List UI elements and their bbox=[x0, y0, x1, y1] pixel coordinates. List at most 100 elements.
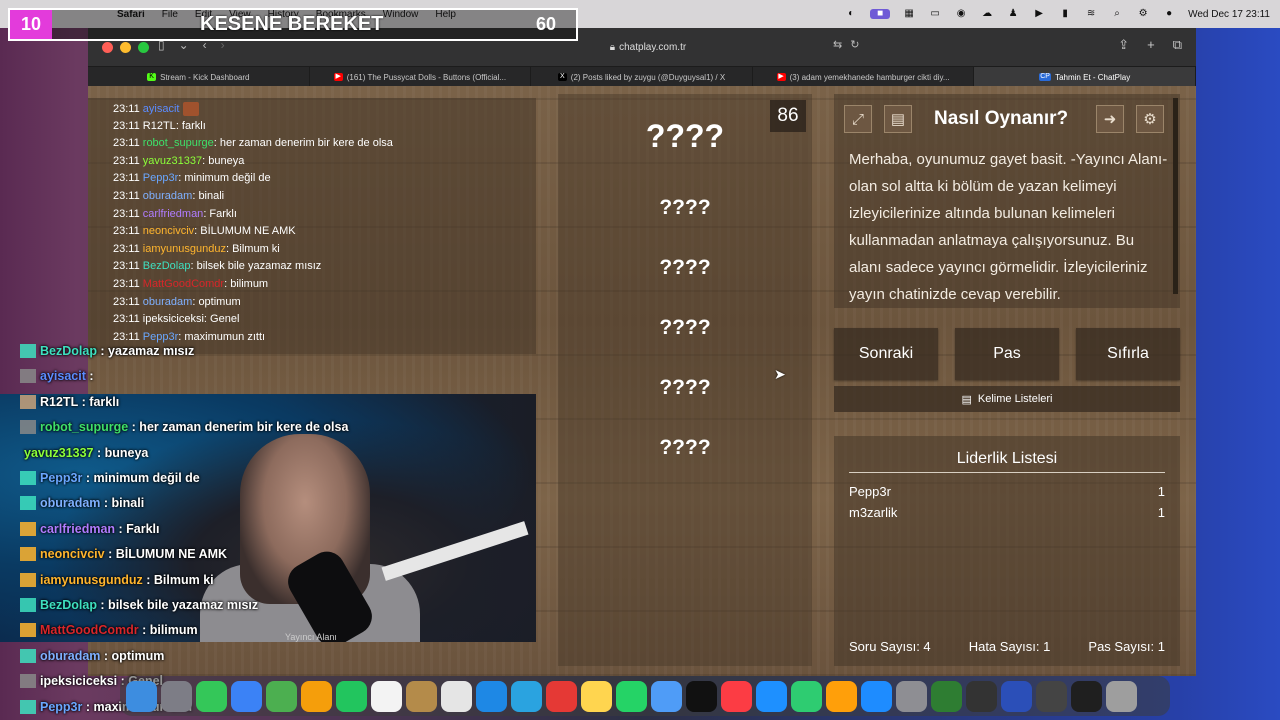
tab-youtube-hamburger[interactable]: ▶ (3) adam yemekhanede hamburger cikti d… bbox=[753, 67, 975, 87]
obs-icon[interactable] bbox=[966, 680, 997, 712]
minimize-window-button[interactable] bbox=[120, 42, 131, 53]
terminal-icon[interactable] bbox=[1071, 680, 1102, 712]
control-center-icon[interactable]: ⚙ bbox=[1136, 9, 1150, 19]
gear-icon[interactable]: ⚙ bbox=[1136, 105, 1164, 133]
tab-kick-dashboard[interactable]: K Stream - Kick Dashboard bbox=[88, 67, 310, 87]
whatsapp-icon[interactable] bbox=[616, 680, 647, 712]
fullscreen-icon[interactable]: ⤢ bbox=[844, 105, 872, 133]
scrollbar[interactable] bbox=[1173, 98, 1178, 294]
chat-message: 23:11 oburadam: binali bbox=[113, 190, 224, 202]
screen-record-icon[interactable]: ■ bbox=[870, 9, 891, 19]
overlay-chat-username: neoncivciv bbox=[40, 547, 105, 562]
launchpad-icon[interactable] bbox=[161, 680, 192, 712]
reload-icon[interactable]: ↻ bbox=[850, 38, 859, 51]
user-badge-icon bbox=[20, 598, 36, 612]
tab-overview-icon[interactable]: ⧉ bbox=[1173, 37, 1182, 53]
chat-username[interactable]: ayisacit bbox=[143, 103, 180, 115]
notes-folder-icon[interactable] bbox=[406, 680, 437, 712]
settings-icon[interactable] bbox=[896, 680, 927, 712]
figure-icon[interactable]: ♟ bbox=[1006, 9, 1020, 19]
messages-icon[interactable] bbox=[196, 680, 227, 712]
grid-icon[interactable]: ▦ bbox=[902, 9, 916, 19]
photos-icon[interactable] bbox=[301, 680, 332, 712]
appletv-icon[interactable] bbox=[686, 680, 717, 712]
chat-username[interactable]: Pepp3r bbox=[143, 172, 178, 184]
overlay-chat-text: : her zaman denerim bir kere de olsa bbox=[128, 420, 349, 435]
search-icon[interactable]: ⌕ bbox=[1110, 9, 1124, 19]
overlay-chat-username: oburadam bbox=[40, 496, 101, 511]
chat-username[interactable]: ipeksiciceksi bbox=[143, 313, 204, 325]
keyboard-icon[interactable]: ▭ bbox=[928, 9, 942, 19]
chat-username[interactable]: robot_supurge bbox=[143, 137, 214, 149]
safari-icon[interactable] bbox=[476, 680, 507, 712]
finder-icon[interactable] bbox=[126, 680, 157, 712]
pass-button[interactable]: Pas bbox=[955, 328, 1059, 380]
reminders-icon[interactable] bbox=[441, 680, 472, 712]
player-name: Pepp3r bbox=[849, 484, 891, 499]
status-icon[interactable]: ◐ bbox=[844, 9, 858, 19]
vpn-icon[interactable] bbox=[931, 680, 962, 712]
overlay-chat-text: : Farklı bbox=[115, 521, 160, 536]
wifi-icon[interactable]: ≋ bbox=[1084, 9, 1098, 19]
chat-message: 23:11 R12TL: farklı bbox=[113, 120, 206, 132]
chrome-status-icon[interactable]: ◉ bbox=[954, 9, 968, 19]
pages-icon[interactable] bbox=[826, 680, 857, 712]
chat-message: 23:11 oburadam: optimum bbox=[113, 296, 241, 308]
play-icon[interactable]: ▶ bbox=[1032, 9, 1046, 19]
close-window-button[interactable] bbox=[102, 42, 113, 53]
overlay-title: KESENE BEREKET bbox=[200, 13, 384, 35]
facetime-icon[interactable] bbox=[336, 680, 367, 712]
chat-message: 23:11 BezDolap: bilsek bile yazamaz mısı… bbox=[113, 260, 321, 272]
leaderboard-title: Liderlik Listesi bbox=[956, 450, 1058, 467]
menu-clock[interactable]: Wed Dec 17 23:11 bbox=[1188, 9, 1270, 20]
chat-username[interactable]: BezDolap bbox=[143, 260, 191, 272]
calendar-icon[interactable] bbox=[371, 680, 402, 712]
battery-icon[interactable]: ▮ bbox=[1058, 9, 1072, 19]
telegram-icon[interactable] bbox=[511, 680, 542, 712]
chat-username[interactable]: R12TL bbox=[143, 120, 176, 132]
wd-icon[interactable] bbox=[1001, 680, 1032, 712]
chat-message: 23:11 MattGoodComdr: bilimum bbox=[113, 278, 268, 290]
chat-username[interactable]: neoncivciv bbox=[143, 225, 194, 237]
cloud-icon[interactable]: ☁ bbox=[980, 9, 994, 19]
freeform-icon[interactable] bbox=[651, 680, 682, 712]
siri-icon[interactable]: ● bbox=[1162, 9, 1176, 19]
chat-username[interactable]: MattGoodComdr bbox=[143, 278, 224, 290]
next-button[interactable]: Sonraki bbox=[834, 328, 938, 380]
quicktime-icon[interactable] bbox=[1036, 680, 1067, 712]
share-icon[interactable]: ⇪ bbox=[1118, 37, 1129, 53]
numbers-icon[interactable] bbox=[791, 680, 822, 712]
logout-icon[interactable]: ➜ bbox=[1096, 105, 1124, 133]
appstore-icon[interactable] bbox=[861, 680, 892, 712]
keynote-icon[interactable] bbox=[756, 680, 787, 712]
new-tab-icon[interactable]: + bbox=[1147, 37, 1155, 53]
mail-icon[interactable] bbox=[231, 680, 262, 712]
word-lists-label: Kelime Listeleri bbox=[977, 393, 1053, 405]
tab-x-posts[interactable]: X (2) Posts liked by zuygu (@Duyguysal1)… bbox=[531, 67, 753, 87]
translate-icon[interactable]: ⇆ bbox=[833, 38, 842, 51]
reset-button[interactable]: Sıfırla bbox=[1076, 328, 1180, 380]
trash-icon[interactable] bbox=[1106, 680, 1137, 712]
maps-icon[interactable] bbox=[266, 680, 297, 712]
overlay-chat-text: : optimum bbox=[100, 648, 165, 663]
chat-username[interactable]: yavuz31337 bbox=[143, 155, 202, 167]
chrome-icon[interactable] bbox=[546, 680, 577, 712]
chat-username[interactable]: oburadam bbox=[143, 296, 193, 308]
maximize-window-button[interactable] bbox=[138, 42, 149, 53]
window-controls bbox=[102, 42, 149, 53]
tab-chatplay[interactable]: CP Tahmin Et - ChatPlay bbox=[974, 67, 1196, 87]
word-lists-button[interactable]: ▤ Kelime Listeleri bbox=[834, 386, 1180, 412]
user-badge-icon bbox=[20, 674, 36, 689]
overlay-left-number: 10 bbox=[10, 10, 52, 39]
main-word: ???? bbox=[645, 118, 725, 154]
document-icon[interactable]: ▤ bbox=[884, 105, 912, 133]
notes-icon[interactable] bbox=[581, 680, 612, 712]
tab-youtube-buttons[interactable]: ▶ (161) The Pussycat Dolls - Buttons (Of… bbox=[310, 67, 532, 87]
chat-text: : buneya bbox=[202, 154, 245, 167]
tab-label: (2) Posts liked by zuygu (@Duyguysal1) /… bbox=[570, 72, 726, 82]
chat-username[interactable]: iamyunusgunduz bbox=[143, 243, 226, 255]
chat-text: : binali bbox=[192, 190, 225, 202]
chat-username[interactable]: oburadam bbox=[143, 190, 193, 202]
chat-username[interactable]: carlfriedman bbox=[143, 208, 204, 220]
music-icon[interactable] bbox=[721, 680, 752, 712]
